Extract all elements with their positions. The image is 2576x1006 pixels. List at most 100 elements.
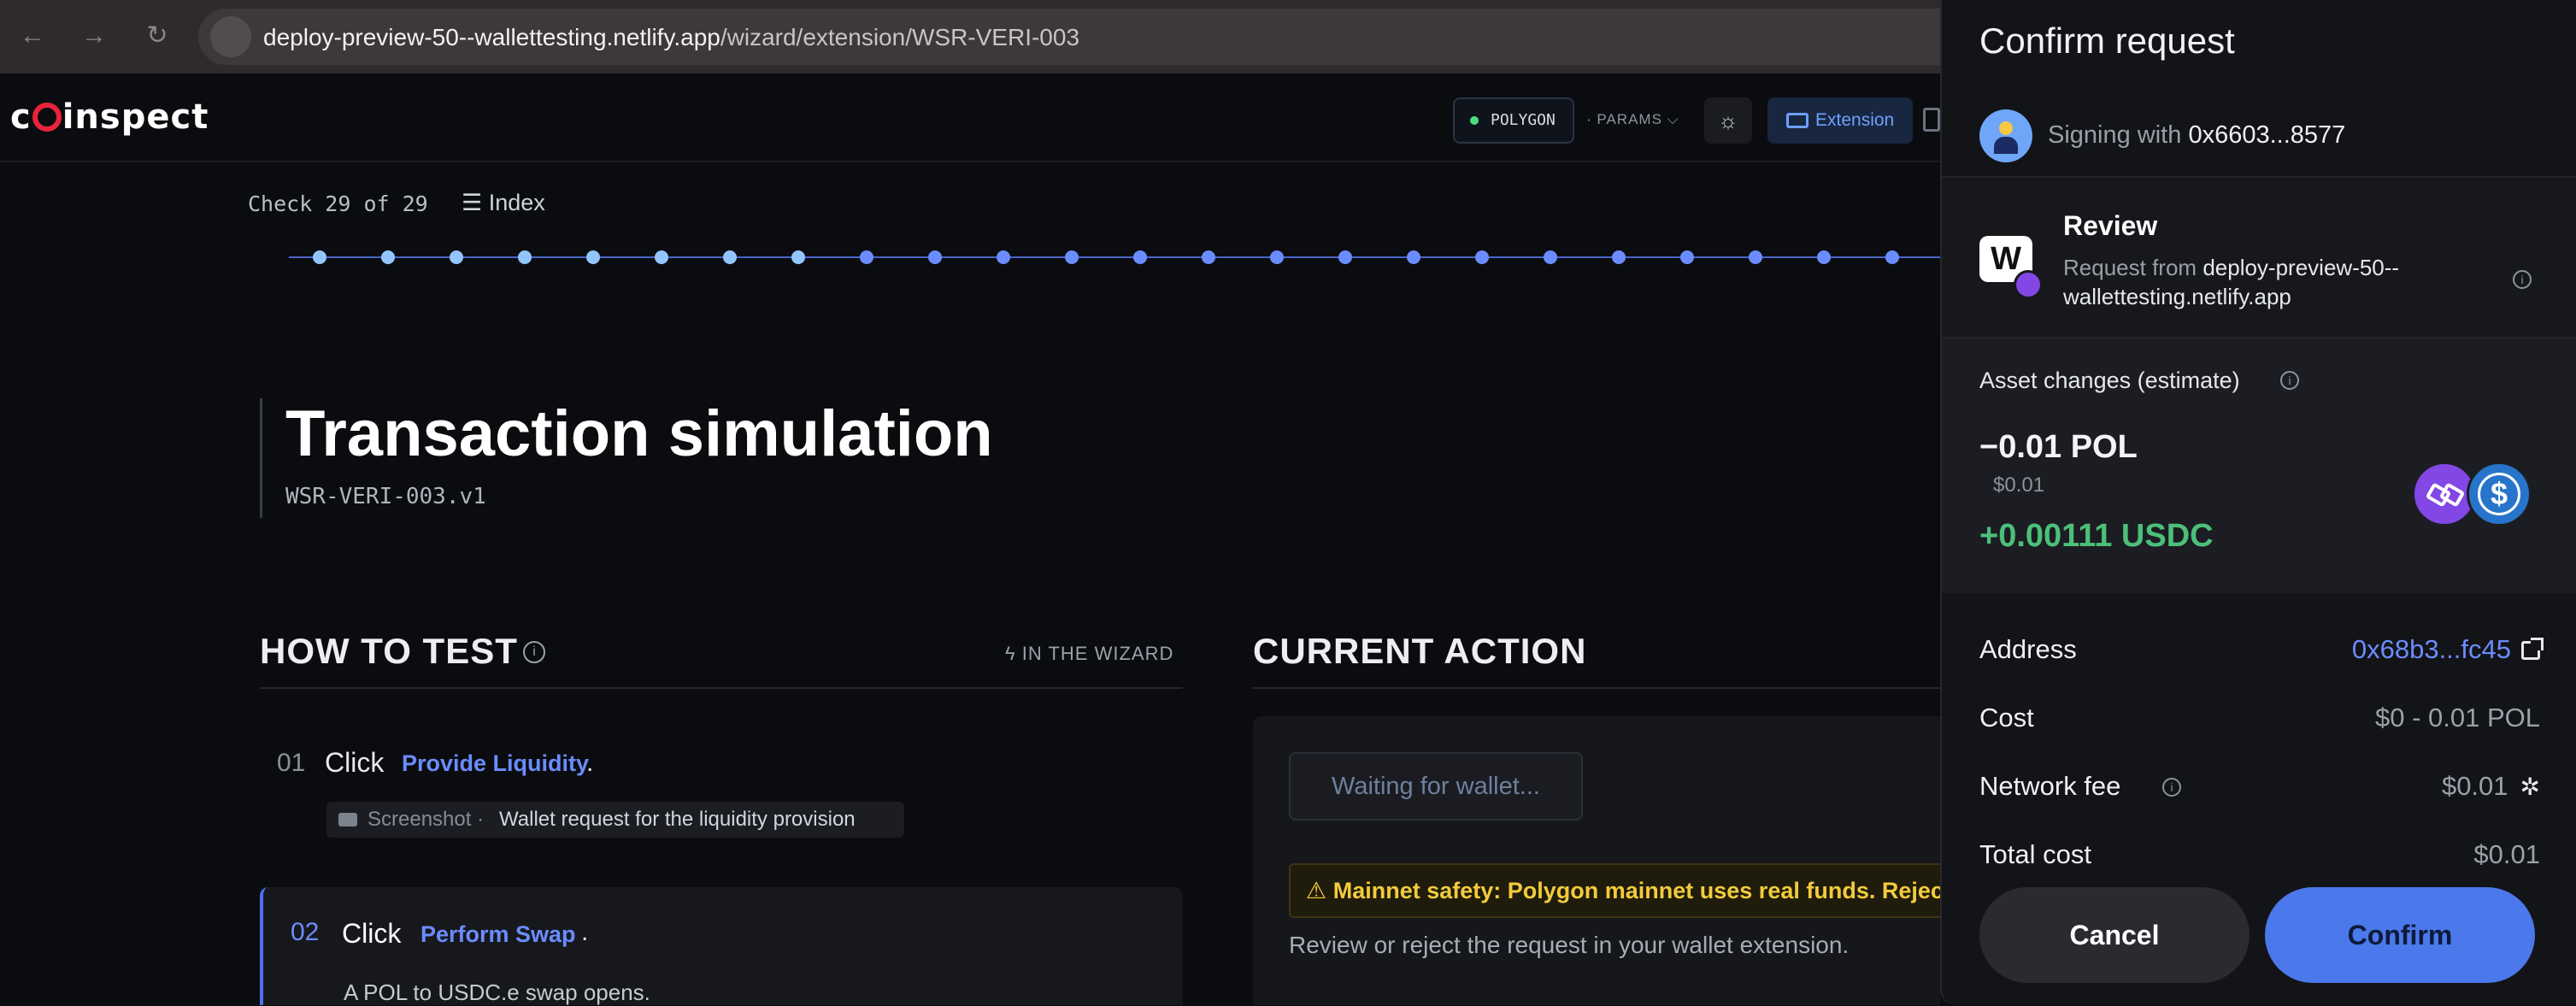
address-bar[interactable]: deploy-preview-50--wallettesting.netlify… xyxy=(198,9,2044,65)
progress-dot[interactable] xyxy=(1680,250,1694,264)
confirm-request-title: Confirm request xyxy=(1979,21,2235,61)
network-fee-row: Network fee i $0.01 ✲ xyxy=(1979,771,2540,805)
step-period: . xyxy=(581,918,589,946)
progress-dot[interactable] xyxy=(1270,250,1284,264)
wallet-confirm-panel: Confirm request Signing with 0x6603...85… xyxy=(1940,0,2576,1005)
reload-icon[interactable]: ↻ xyxy=(140,19,174,53)
cost-row: Cost $0 - 0.01 POL xyxy=(1979,703,2540,737)
total-cost-row: Total cost $0.01 xyxy=(1979,839,2540,874)
progress-dot[interactable] xyxy=(1338,250,1352,264)
review-note: Review or reject the request in your wal… xyxy=(1289,932,1850,958)
info-icon[interactable]: i xyxy=(523,641,545,663)
progress-dot[interactable] xyxy=(791,250,805,264)
cost-label: Cost xyxy=(1979,703,2034,732)
asset-changes-label: Asset changes (estimate) xyxy=(1979,368,2240,393)
network-fee-label: Network fee xyxy=(1979,771,2121,801)
progress-dot[interactable] xyxy=(1817,250,1831,264)
network-status-dot xyxy=(1470,116,1479,125)
network-chip[interactable]: POLYGON xyxy=(1453,97,1574,144)
confirm-button[interactable]: Confirm xyxy=(2265,887,2535,983)
step-number: 02 xyxy=(291,918,320,946)
cost-value: $0 - 0.01 POL xyxy=(2374,703,2540,732)
progress-dot[interactable] xyxy=(450,250,463,264)
index-link[interactable]: ☰ Index xyxy=(462,190,545,216)
how-to-test-heading: HOW TO TEST xyxy=(260,631,518,671)
usdc-token-icon: $ xyxy=(2467,462,2532,527)
monitor-icon xyxy=(1786,113,1808,128)
params-dropdown[interactable]: · PARAMS ⌵ xyxy=(1586,111,1679,128)
screenshot-pill[interactable]: Screenshot · Wallet request for the liqu… xyxy=(326,802,904,838)
progress-dot[interactable] xyxy=(1065,250,1079,264)
action-buttons: Cancel Confirm xyxy=(1942,874,2576,1005)
title-accent-bar xyxy=(260,398,262,518)
app-header: c inspect POLYGON · PARAMS ⌵ ☼ Extension xyxy=(0,74,1940,162)
signing-address: 0x6603...8577 xyxy=(2188,121,2346,149)
progress-dot[interactable] xyxy=(1202,250,1215,264)
gear-icon[interactable]: ✲ xyxy=(2520,774,2540,800)
outgoing-amount: −0.01 POL xyxy=(1979,429,2138,465)
url-text[interactable]: deploy-preview-50--wallettesting.netlify… xyxy=(263,24,1079,51)
progress-dot[interactable] xyxy=(1749,250,1762,264)
info-icon[interactable]: i xyxy=(2280,371,2299,390)
progress-dot[interactable] xyxy=(1407,250,1420,264)
progress-dot[interactable] xyxy=(1133,250,1147,264)
total-cost-value: $0.01 xyxy=(2473,839,2540,869)
url-path: /wizard/extension/WSR-VERI-003 xyxy=(720,24,1080,50)
external-link-icon[interactable] xyxy=(2521,638,2544,660)
address-row: Address 0x68b3...fc45 xyxy=(1979,634,2544,668)
cancel-button[interactable]: Cancel xyxy=(1979,887,2250,983)
site-settings-icon[interactable] xyxy=(210,16,251,57)
signing-with-text: Signing with 0x6603...8577 xyxy=(2048,121,2346,149)
step-verb: Click xyxy=(325,747,385,778)
screenshot-label: Screenshot · xyxy=(368,808,485,831)
in-wizard-tag: ϟ IN THE WIZARD xyxy=(1005,643,1174,664)
coinspect-logo[interactable]: c inspect xyxy=(10,97,209,137)
progress-dot[interactable] xyxy=(518,250,532,264)
network-fee-value: $0.01 ✲ xyxy=(2441,771,2540,801)
page-subtitle: WSR-VERI-003.v1 xyxy=(285,484,486,509)
progress-dot[interactable] xyxy=(997,250,1010,264)
request-origin: Request from deploy-preview-50--wallette… xyxy=(2063,255,2400,309)
outgoing-usd-value: $0.01 xyxy=(1993,474,2045,497)
contract-address-link[interactable]: 0x68b3...fc45 xyxy=(2352,634,2544,665)
incoming-amount: +0.00111 USDC xyxy=(1979,518,2214,554)
asset-changes-section: Asset changes (estimate) i −0.01 POL $0.… xyxy=(1942,338,2576,593)
forward-icon[interactable]: → xyxy=(77,19,111,53)
divider xyxy=(260,687,1183,689)
review-title: Review xyxy=(2063,210,2158,241)
info-icon[interactable]: i xyxy=(2162,778,2181,797)
progress-dot[interactable] xyxy=(723,250,737,264)
progress-dot[interactable] xyxy=(1544,250,1557,264)
mainnet-warning: ⚠ Mainnet safety: Polygon mainnet uses r… xyxy=(1289,863,1940,918)
progress-dot[interactable] xyxy=(1475,250,1489,264)
progress-dot[interactable] xyxy=(655,250,668,264)
review-section: W Review Request from deploy-preview-50-… xyxy=(1942,179,2576,338)
step-description: A POL to USDC.e swap opens. xyxy=(344,980,650,1005)
address-label: Address xyxy=(1979,634,2077,664)
progress-dot[interactable] xyxy=(928,250,942,264)
waiting-for-wallet-button[interactable]: Waiting for wallet... xyxy=(1289,752,1583,821)
total-cost-label: Total cost xyxy=(1979,839,2091,869)
progress-dot[interactable] xyxy=(381,250,395,264)
progress-dot[interactable] xyxy=(586,250,600,264)
active-step-card: 02 Click Perform Swap . A POL to USDC.e … xyxy=(260,887,1183,1005)
perform-swap-link[interactable]: Perform Swap xyxy=(421,921,576,948)
back-icon[interactable]: ← xyxy=(15,19,50,53)
current-action-heading: CURRENT ACTION xyxy=(1253,631,1587,671)
progress-dot[interactable] xyxy=(860,250,873,264)
logo-o-mark xyxy=(32,103,62,132)
camera-icon xyxy=(338,813,357,827)
divider xyxy=(1253,687,1940,689)
info-icon[interactable]: i xyxy=(2513,270,2532,289)
mobile-mode-icon[interactable] xyxy=(1923,108,1940,132)
progress-dot[interactable] xyxy=(313,250,326,264)
step-number: 01 xyxy=(277,749,306,777)
sun-icon[interactable]: ☼ xyxy=(1704,97,1752,144)
provide-liquidity-link[interactable]: Provide Liquidity xyxy=(402,750,589,777)
current-action-card: Waiting for wallet... ⚠ Mainnet safety: … xyxy=(1253,716,1940,1005)
progress-dot[interactable] xyxy=(1612,250,1626,264)
progress-dot[interactable] xyxy=(1885,250,1899,264)
extension-mode-button[interactable]: Extension xyxy=(1767,97,1913,144)
step-period: . xyxy=(586,749,594,777)
check-counter: Check 29 of 29 xyxy=(248,191,428,216)
